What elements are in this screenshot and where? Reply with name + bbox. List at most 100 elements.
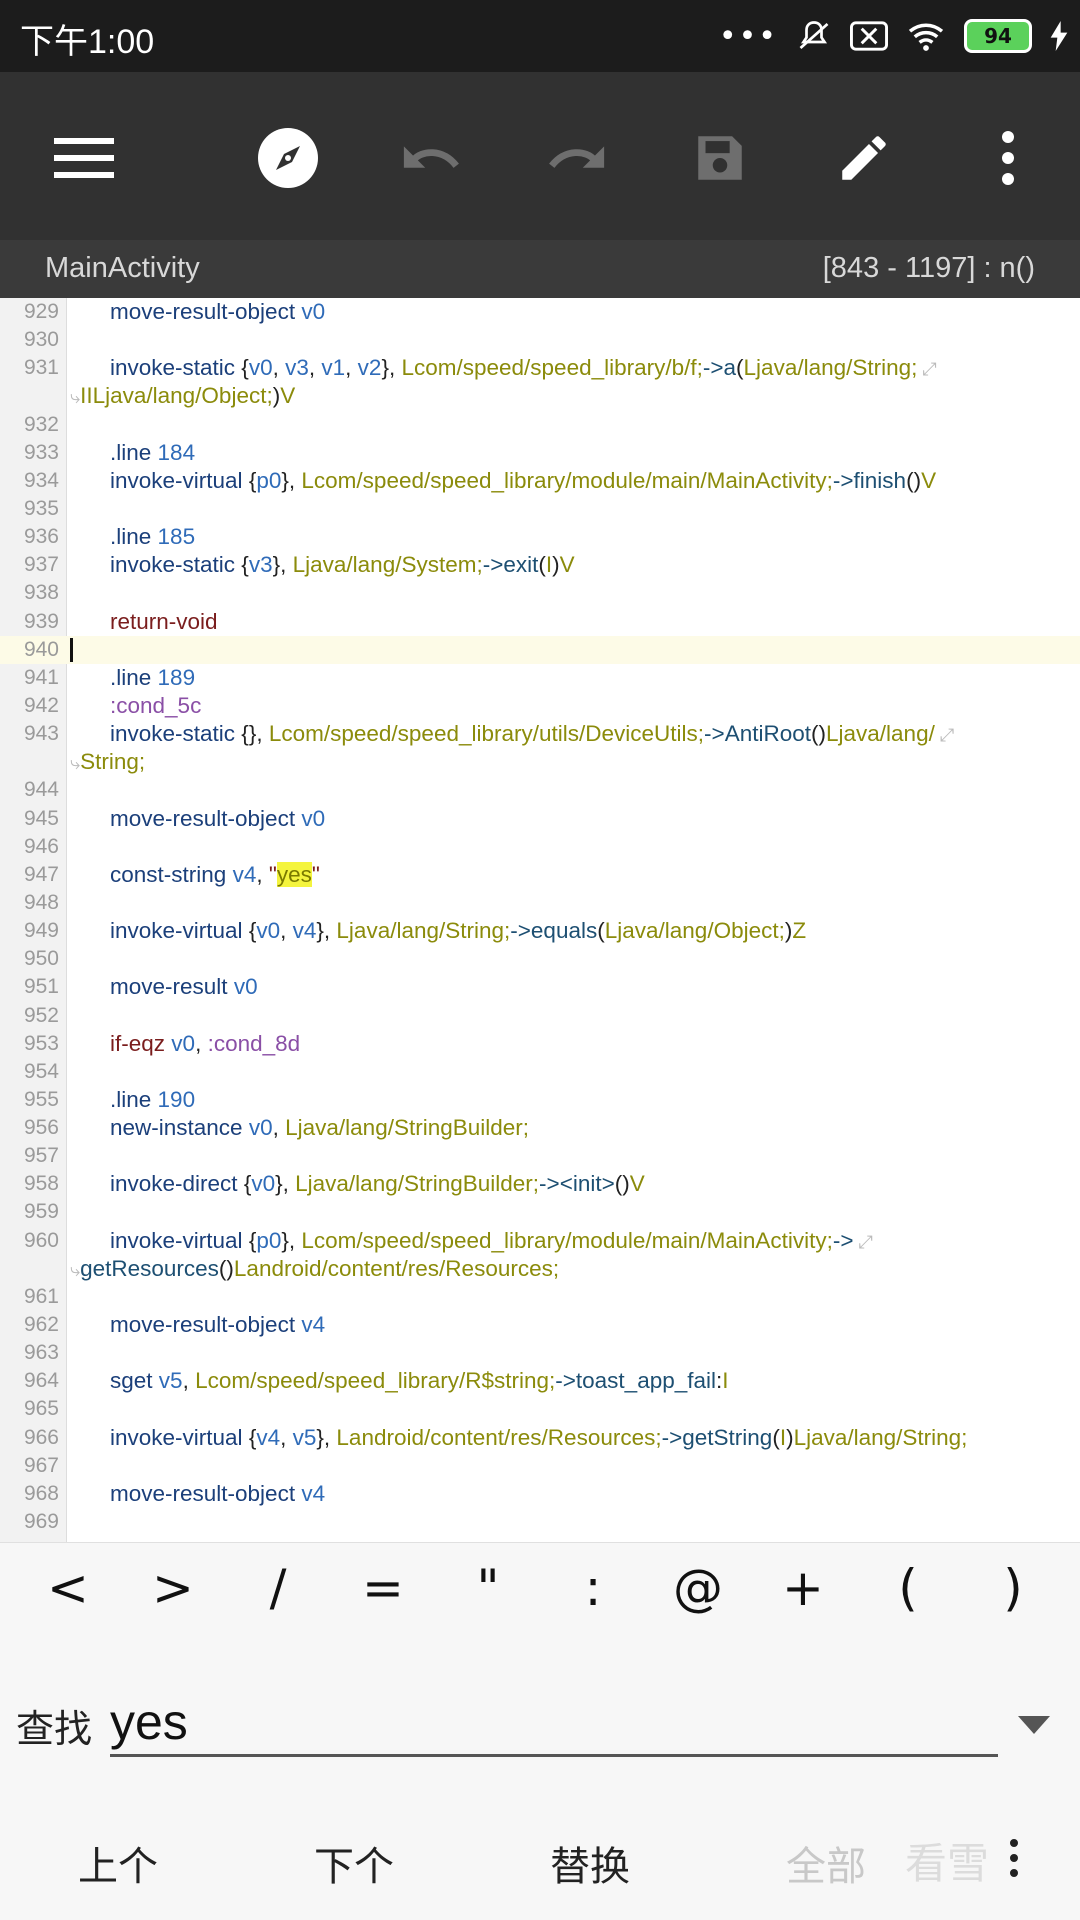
code-text: invoke-virtual {p0}, Lcom/speed/speed_li… — [110, 1227, 873, 1256]
code-token: equals — [530, 918, 598, 944]
replace-all-button[interactable]: 全部 — [786, 1834, 866, 1892]
code-token: v2 — [357, 355, 382, 381]
class-name[interactable]: MainActivity — [45, 252, 200, 285]
undo-button[interactable] — [400, 126, 464, 190]
code-token: a — [723, 355, 737, 381]
symbol-key[interactable]: @ — [658, 1559, 738, 1629]
code-line[interactable]: 946 — [0, 833, 1080, 861]
next-button[interactable]: 下个 — [314, 1834, 394, 1892]
code-token: -> — [510, 918, 531, 944]
code-line[interactable]: 951 move-result v0 — [0, 973, 1080, 1001]
code-line[interactable]: 945 move-result-object v0 — [0, 805, 1080, 833]
code-line[interactable]: 948 — [0, 889, 1080, 917]
menu-button[interactable] — [52, 126, 116, 190]
code-line[interactable]: 939 return-void — [0, 608, 1080, 636]
symbol-key[interactable]: ) — [973, 1559, 1053, 1629]
code-line[interactable]: 929 move-result-object v0 — [0, 298, 1080, 326]
code-token: Lcom/speed/speed_library/module/main/Mai… — [301, 1227, 833, 1253]
symbol-key[interactable]: : — [553, 1559, 633, 1629]
code-line[interactable]: 956 new-instance v0, Ljava/lang/StringBui… — [0, 1114, 1080, 1142]
code-line[interactable]: 962 move-result-object v4 — [0, 1311, 1080, 1339]
code-line[interactable]: 965 — [0, 1395, 1080, 1423]
code-line[interactable]: 935 — [0, 495, 1080, 523]
code-line-continuation[interactable]: ⤷String; — [0, 748, 1080, 776]
code-line[interactable]: 968 move-result-object v4 — [0, 1480, 1080, 1508]
redo-button[interactable] — [544, 126, 608, 190]
code-token: v0 — [233, 974, 258, 1000]
symbol-key[interactable]: < — [28, 1559, 108, 1629]
symbol-key[interactable]: > — [133, 1559, 213, 1629]
line-number: 964 — [23, 1369, 59, 1393]
code-token: { — [242, 467, 257, 493]
code-token: if-eqz — [110, 1030, 166, 1056]
line-number: 959 — [23, 1200, 59, 1224]
code-line[interactable]: 955 .line 190 — [0, 1086, 1080, 1114]
code-line[interactable]: 943 invoke-static {}, Lcom/speed/speed_li… — [0, 720, 1080, 748]
symbol-key[interactable]: " — [448, 1559, 528, 1629]
code-text: move-result-object v0 — [110, 805, 325, 833]
navigate-button[interactable] — [256, 126, 320, 190]
replace-button[interactable]: 替换 — [550, 1834, 630, 1892]
code-line[interactable]: 960 invoke-virtual {p0}, Lcom/speed/speed… — [0, 1227, 1080, 1255]
code-text: return-void — [110, 608, 218, 636]
code-token: Landroid/content/res/Resources; — [336, 1424, 662, 1450]
line-number: 960 — [23, 1228, 59, 1252]
code-token: .line — [110, 524, 152, 550]
code-line[interactable]: 964 sget v5, Lcom/speed/speed_library/R$s… — [0, 1367, 1080, 1395]
code-line[interactable]: 947 const-string v4, "yes" — [0, 861, 1080, 889]
edit-button[interactable] — [832, 126, 896, 190]
line-number: 965 — [23, 1397, 59, 1421]
previous-button[interactable]: 上个 — [78, 1834, 158, 1892]
more-vertical-icon[interactable] — [1006, 1838, 1022, 1878]
code-token: invoke-virtual — [110, 1227, 243, 1253]
code-token: toast_app_fail — [575, 1368, 717, 1394]
code-token: ( — [772, 1424, 780, 1450]
code-text: invoke-virtual {p0}, Lcom/speed/speed_li… — [110, 467, 936, 495]
code-line[interactable]: 954 — [0, 1058, 1080, 1086]
code-line[interactable]: 944 — [0, 776, 1080, 804]
code-line[interactable]: 941 .line 189 — [0, 664, 1080, 692]
code-line[interactable]: 933 .line 184 — [0, 439, 1080, 467]
line-number: 931 — [23, 356, 59, 380]
symbol-key[interactable]: ( — [868, 1559, 948, 1629]
code-line-continuation[interactable]: ⤷IILjava/lang/Object;)V — [0, 382, 1080, 410]
code-line[interactable]: 949 invoke-virtual {v0, v4}, Ljava/lang/S… — [0, 917, 1080, 945]
code-line[interactable]: 937 invoke-static {v3}, Ljava/lang/System… — [0, 551, 1080, 579]
code-line[interactable]: 953 if-eqz v0, :cond_8d — [0, 1030, 1080, 1058]
code-line[interactable]: 940 — [0, 635, 1080, 664]
code-token: -> — [704, 721, 725, 747]
symbol-key[interactable]: = — [343, 1559, 423, 1629]
code-token: Ljava/lang/String; — [743, 355, 918, 381]
code-line[interactable]: 942:cond_5c — [0, 692, 1080, 720]
code-line[interactable]: 963 — [0, 1339, 1080, 1367]
code-line[interactable]: 950 — [0, 945, 1080, 973]
code-line[interactable]: 930 — [0, 326, 1080, 354]
more-options-button[interactable] — [976, 126, 1040, 190]
code-token: v4 — [301, 1312, 326, 1338]
symbol-key[interactable]: + — [763, 1559, 843, 1629]
method-range[interactable]: [843 - 1197] : n() — [823, 252, 1035, 285]
code-line[interactable]: 957 — [0, 1142, 1080, 1170]
code-line[interactable]: 952 — [0, 1002, 1080, 1030]
code-line[interactable]: 966 invoke-virtual {v4, v5}, Landroid/con… — [0, 1424, 1080, 1452]
find-options-dropdown-icon[interactable] — [1018, 1716, 1050, 1734]
code-line[interactable]: 938 — [0, 579, 1080, 607]
code-line[interactable]: 961 — [0, 1283, 1080, 1311]
code-line[interactable]: 958 invoke-direct {v0}, Ljava/lang/String… — [0, 1170, 1080, 1198]
code-token: yes — [276, 861, 312, 887]
code-line[interactable]: 934 invoke-virtual {p0}, Lcom/speed/speed… — [0, 467, 1080, 495]
code-line-continuation[interactable]: ⤷getResources()Landroid/content/res/Reso… — [0, 1255, 1080, 1283]
find-input[interactable] — [110, 1690, 998, 1757]
code-line[interactable]: 936 .line 185 — [0, 523, 1080, 551]
code-token: move-result-object — [110, 299, 296, 324]
code-line[interactable]: 967 — [0, 1452, 1080, 1480]
code-line[interactable]: 931 invoke-static {v0, v3, v1, v2}, Lcom/… — [0, 354, 1080, 382]
code-token: -> — [832, 467, 854, 493]
code-editor[interactable]: 929 move-result-object v0 930 931 invoke-sta… — [0, 298, 1080, 1542]
symbol-key[interactable]: / — [238, 1559, 318, 1629]
save-button[interactable] — [688, 126, 752, 190]
line-number: 948 — [23, 890, 59, 914]
code-line[interactable]: 969 — [0, 1508, 1080, 1536]
code-line[interactable]: 959 — [0, 1198, 1080, 1226]
code-line[interactable]: 932 — [0, 411, 1080, 439]
